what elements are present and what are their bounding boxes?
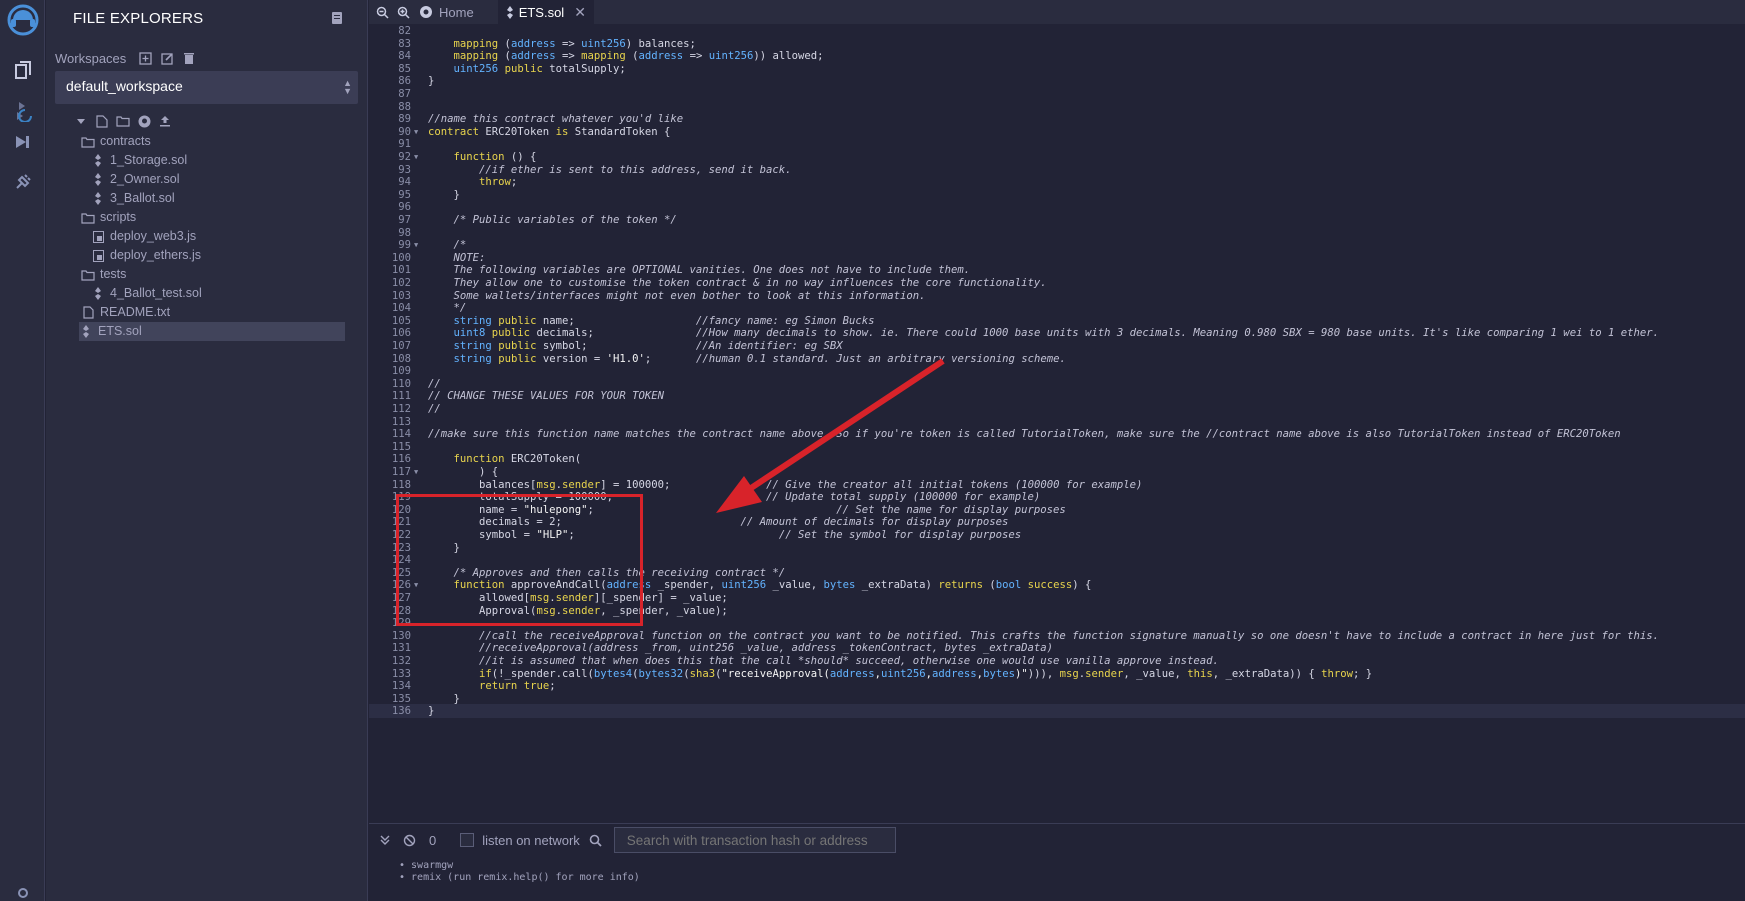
tree-item-label: 2_Owner.sol [110, 172, 180, 186]
select-arrows-icon: ▲ ▼ [343, 78, 352, 96]
folder-icon [81, 135, 95, 149]
tree-item[interactable]: deploy_ethers.js [46, 246, 368, 265]
deploy-icon[interactable] [0, 124, 45, 160]
tree-item-label: tests [100, 267, 127, 281]
code-editor[interactable]: 82 83 mapping (address => uint256) balanc… [369, 25, 1745, 795]
tree-item-label: README.txt [100, 305, 171, 319]
delete-workspace-icon[interactable] [182, 52, 196, 66]
search-icon [588, 832, 604, 848]
tree-item[interactable]: deploy_web3.js [46, 227, 368, 246]
icon-rail [0, 0, 45, 901]
zoom-out-icon[interactable] [374, 4, 390, 20]
tree-item[interactable]: 4_Ballot_test.sol [46, 284, 368, 303]
workspaces-row: Workspaces [55, 51, 204, 66]
github-icon[interactable] [137, 114, 151, 128]
file-explorer-panel: FILE EXPLORERS Workspaces default_worksp… [46, 0, 368, 901]
zoom-in-icon[interactable] [395, 4, 411, 20]
tab-bar: Home ETS.sol ✕ [369, 0, 1745, 24]
annotation-highlight-box [396, 494, 643, 626]
tree-item[interactable]: 2_Owner.sol [46, 170, 368, 189]
file-tree: contracts 1_Storage.sol 2_Owner.sol 3_Ballo… [46, 132, 368, 341]
plugin-manager-icon[interactable] [0, 164, 45, 200]
new-folder-icon[interactable] [116, 114, 130, 128]
workspace-select-value: default_workspace [66, 78, 183, 94]
tree-item-label: ETS.sol [98, 324, 142, 338]
js-file-icon [91, 249, 105, 263]
tree-item[interactable]: README.txt [46, 303, 368, 322]
tree-item-label: 3_Ballot.sol [110, 191, 175, 205]
workspaces-label: Workspaces [55, 51, 127, 66]
js-file-icon [91, 230, 105, 244]
solidity-file-icon [91, 173, 105, 187]
tree-item[interactable]: ETS.sol [79, 322, 345, 341]
file-explorer-icon[interactable] [0, 52, 45, 88]
folder-icon [81, 268, 95, 282]
upload-icon[interactable] [158, 114, 172, 128]
tree-item-label: deploy_web3.js [110, 229, 197, 243]
tree-item[interactable]: tests [46, 265, 368, 284]
tree-item-label: 1_Storage.sol [110, 153, 188, 167]
file-icon [81, 306, 95, 320]
home-icon [419, 5, 433, 19]
solidity-file-icon [91, 192, 105, 206]
solidity-file-icon [91, 154, 105, 168]
compiler-icon[interactable] [0, 92, 45, 128]
code-text: } [428, 705, 435, 718]
tree-item[interactable]: 3_Ballot.sol [46, 189, 368, 208]
terminal-toolbar: 0 listen on network [369, 824, 1745, 856]
tree-toolbar [74, 114, 179, 128]
transaction-search-input[interactable] [613, 827, 896, 853]
tab-ets-sol[interactable]: ETS.sol ✕ [497, 0, 594, 24]
collapse-terminal-icon[interactable] [377, 832, 393, 848]
terminal-line: • swarmgw [399, 860, 454, 871]
tree-item-label: 4_Ballot_test.sol [110, 286, 202, 300]
tree-item-label: contracts [100, 134, 151, 148]
clear-console-icon[interactable] [401, 832, 417, 848]
create-workspace-icon[interactable] [138, 52, 152, 66]
tab-home[interactable]: Home [411, 0, 482, 24]
rename-workspace-icon[interactable] [160, 52, 174, 66]
pending-tx-count: 0 [429, 832, 437, 848]
tree-item[interactable]: 1_Storage.sol [46, 151, 368, 170]
tab-ets-sol-label: ETS.sol [518, 4, 565, 20]
terminal-panel: 0 listen on network • swarmgw • remix (r… [369, 823, 1745, 901]
tree-item-label: deploy_ethers.js [110, 248, 202, 262]
terminal-line: • remix (run remix.help() for more info) [399, 872, 640, 883]
panel-title: FILE EXPLORERS [73, 10, 204, 27]
workspace-select[interactable]: default_workspace ▲ ▼ [55, 71, 358, 104]
terminal-output: • swarmgw • remix (run remix.help() for … [399, 860, 640, 884]
code-line[interactable]: 136} [369, 704, 1745, 719]
tab-home-label: Home [439, 4, 474, 20]
editor-area: Home ETS.sol ✕ 82 83 mapping (address => … [369, 0, 1745, 901]
docs-icon[interactable] [330, 11, 344, 25]
tree-item[interactable]: contracts [46, 132, 368, 151]
tree-item-label: scripts [100, 210, 137, 224]
listen-network-checkbox[interactable] [460, 833, 475, 847]
close-tab-icon[interactable]: ✕ [574, 4, 586, 21]
folder-icon [81, 211, 95, 225]
tree-item[interactable]: scripts [46, 208, 368, 227]
listen-network-label: listen on network [482, 832, 580, 848]
caret-down-icon[interactable] [74, 114, 88, 128]
settings-icon[interactable] [0, 885, 45, 901]
solidity-file-icon [506, 5, 514, 19]
remix-logo-icon[interactable] [0, 0, 45, 40]
new-file-icon[interactable] [95, 114, 109, 128]
solidity-file-icon [79, 325, 93, 339]
line-number: 136 [391, 705, 411, 718]
solidity-file-icon [91, 287, 105, 301]
